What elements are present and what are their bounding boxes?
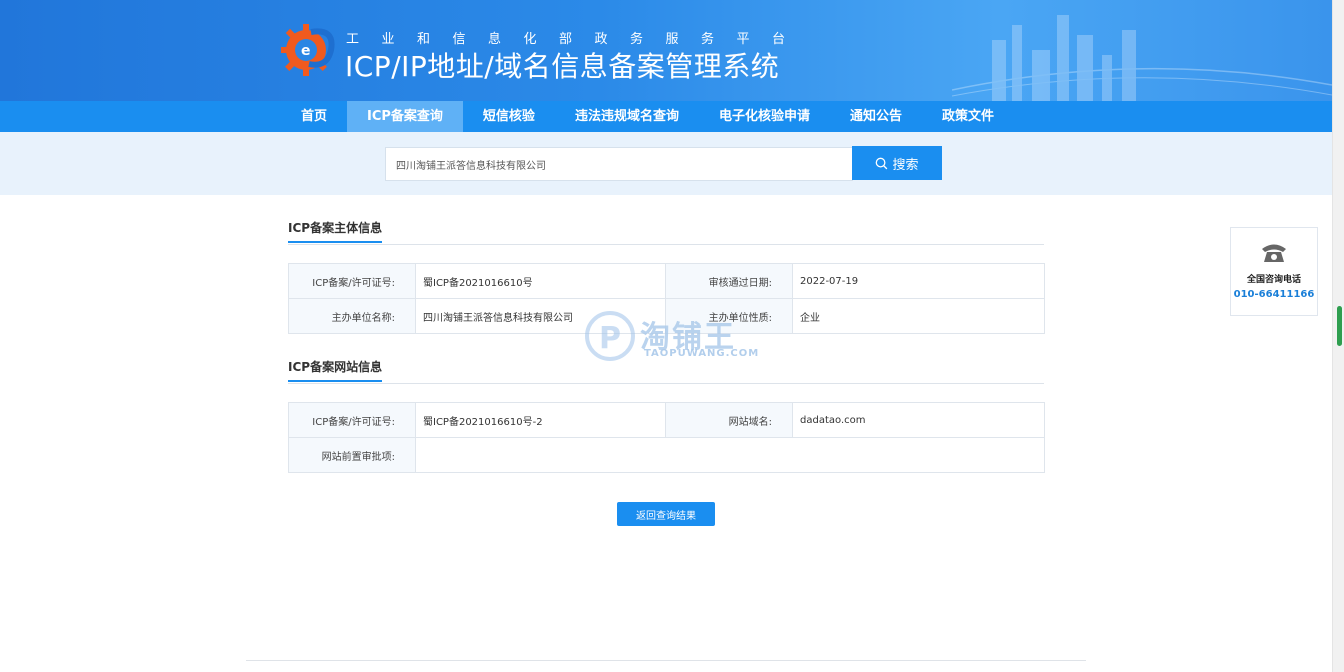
search-button[interactable]: 搜索 [852, 146, 942, 180]
subject-section-title: ICP备案主体信息 [288, 219, 383, 243]
organizer-name-label: 主办单位名称: [288, 298, 416, 334]
consult-phone-box[interactable]: 全国咨询电话 010-66411166 [1230, 227, 1318, 316]
svg-text:e: e [301, 43, 311, 59]
table-row: ICP备案/许可证号: 蜀ICP备2021016610号-2 网站域名: dad… [288, 402, 1045, 438]
site-license-value: 蜀ICP备2021016610号-2 [415, 402, 666, 438]
search-button-label: 搜索 [892, 156, 919, 172]
scrollbar-thumb[interactable] [1337, 306, 1342, 346]
return-to-results-button[interactable]: 返回查询结果 [617, 502, 715, 526]
nav-item-icp-query[interactable]: ICP备案查询 [347, 101, 463, 132]
footer-divider [246, 660, 1086, 661]
approval-date-label: 审核通过日期: [665, 263, 793, 299]
watermark-subtext: TAOPUWANG.COM [644, 348, 760, 359]
header-banner: e 工业和信息化部政务服务平台 ICP/IP地址/域名信息备案管理系统 [0, 0, 1332, 101]
site-domain-value: dadatao.com [792, 402, 1045, 438]
table-row: 网站前置审批项: [288, 437, 1045, 473]
search-band: 搜索 [0, 132, 1332, 195]
site-domain-label: 网站域名: [665, 402, 793, 438]
page: e 工业和信息化部政务服务平台 ICP/IP地址/域名信息备案管理系统 首页 I… [0, 0, 1344, 672]
svg-text:P: P [599, 321, 621, 356]
nav-item-illegal-domain-query[interactable]: 违法违规域名查询 [555, 101, 699, 132]
organizer-type-value: 企业 [792, 298, 1045, 334]
website-section-title: ICP备案网站信息 [288, 358, 383, 382]
watermark-logo-icon: P [585, 311, 635, 361]
nav-item-electronic-verify[interactable]: 电子化核验申请 [699, 101, 830, 132]
divider [288, 244, 1044, 245]
consult-label: 全国咨询电话 [1246, 275, 1301, 285]
page-title: ICP/IP地址/域名信息备案管理系统 [345, 50, 780, 83]
search-icon [876, 157, 888, 169]
ministry-logo-icon: e [281, 24, 335, 76]
site-license-label: ICP备案/许可证号: [288, 402, 416, 438]
consult-phone-number: 010-66411166 [1233, 289, 1315, 300]
nav-item-notices[interactable]: 通知公告 [830, 101, 922, 132]
divider [288, 383, 1044, 384]
nav-item-home[interactable]: 首页 [281, 101, 347, 132]
pre-approval-label: 网站前置审批项: [288, 437, 416, 473]
website-info-table: ICP备案/许可证号: 蜀ICP备2021016610号-2 网站域名: dad… [288, 402, 1045, 473]
nav-item-sms-verify[interactable]: 短信核验 [463, 101, 555, 132]
city-skyline-decoration [952, 15, 1332, 101]
search-input[interactable] [385, 147, 853, 181]
license-number-value: 蜀ICP备2021016610号 [415, 263, 666, 299]
main-nav: 首页 ICP备案查询 短信核验 违法违规域名查询 电子化核验申请 通知公告 政策… [0, 101, 1332, 132]
approval-date-value: 2022-07-19 [792, 263, 1045, 299]
pre-approval-value [415, 437, 1045, 473]
nav-item-policy-docs[interactable]: 政策文件 [922, 101, 1014, 132]
phone-icon [1262, 244, 1286, 262]
table-row: ICP备案/许可证号: 蜀ICP备2021016610号 审核通过日期: 202… [288, 263, 1045, 299]
license-number-label: ICP备案/许可证号: [288, 263, 416, 299]
